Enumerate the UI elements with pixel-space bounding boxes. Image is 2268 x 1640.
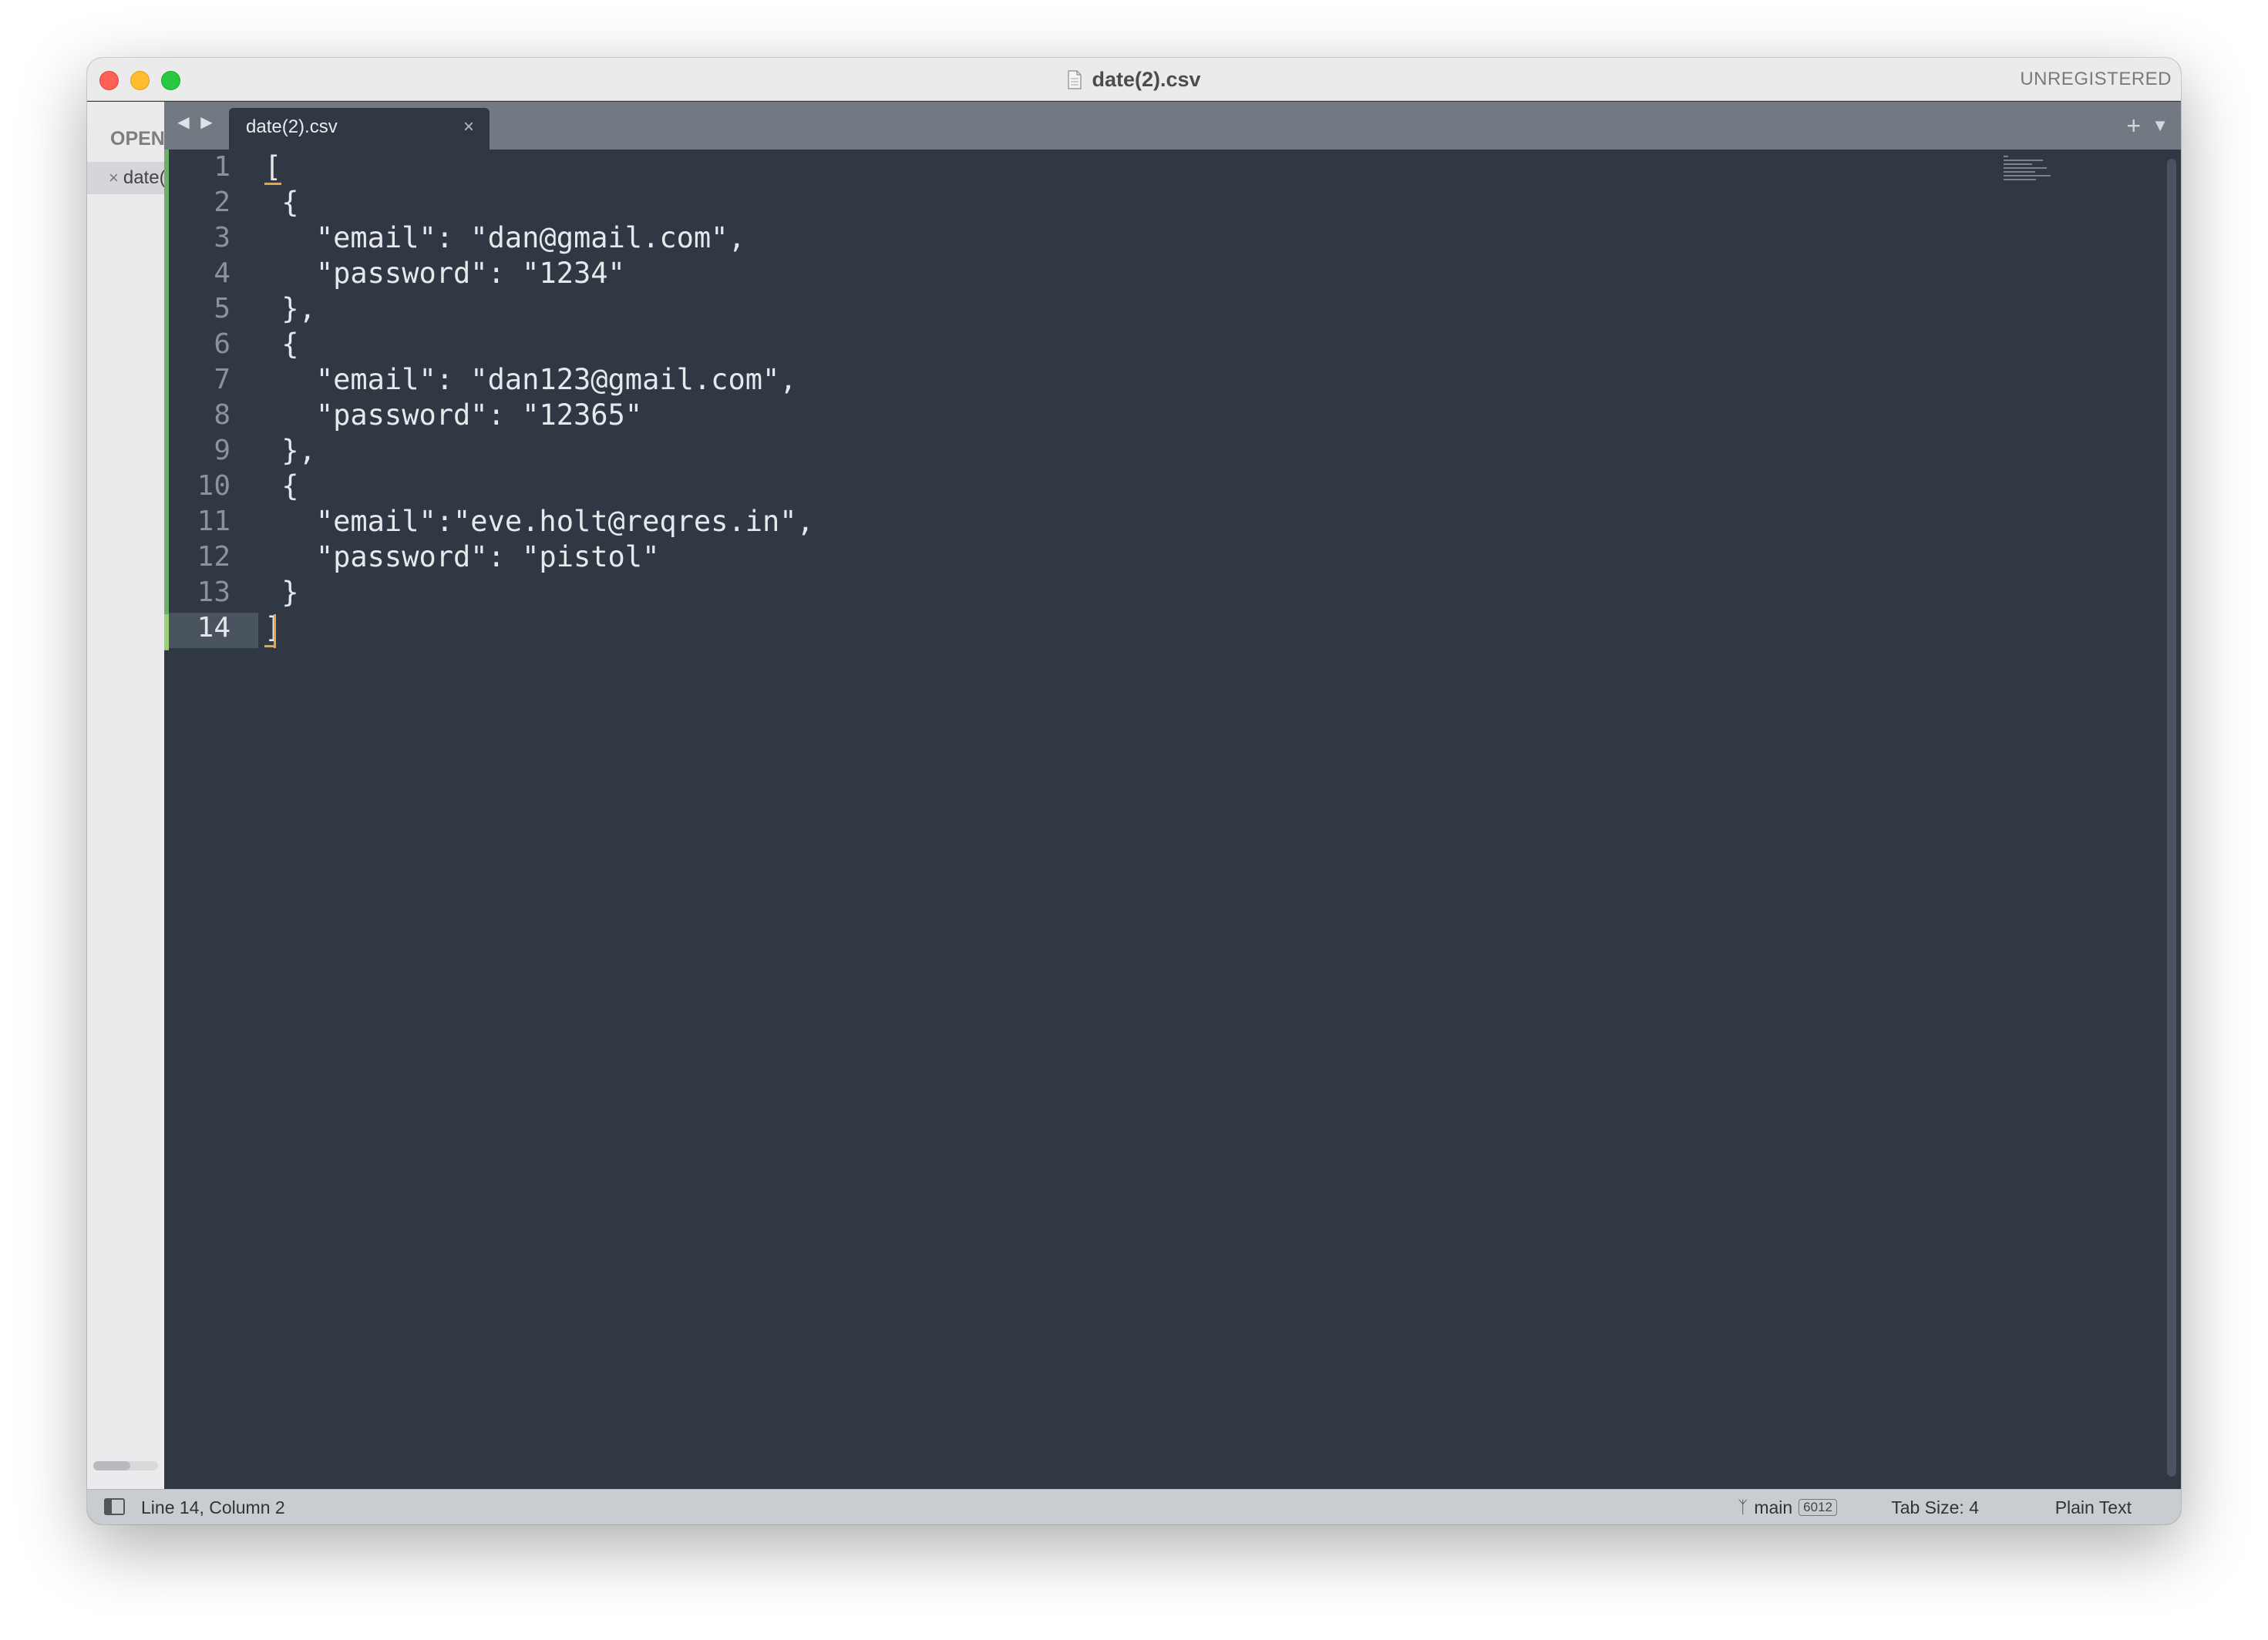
tab-label: date(2).csv bbox=[246, 116, 338, 137]
code-line[interactable]: }, bbox=[264, 291, 814, 327]
line-number: 5 bbox=[214, 293, 231, 324]
code-line[interactable]: "password": "12365" bbox=[264, 398, 814, 433]
tab-bar: ◀ ▶ date(2).csv × + ▼ bbox=[164, 102, 2181, 150]
toggle-sidebar-icon[interactable] bbox=[104, 1498, 125, 1515]
line-number: 2 bbox=[214, 187, 231, 218]
code-line[interactable]: "password": "1234" bbox=[264, 256, 814, 291]
line-number: 9 bbox=[214, 435, 231, 466]
line-number: 10 bbox=[197, 470, 231, 502]
close-window-button[interactable] bbox=[99, 71, 119, 90]
line-number: 1 bbox=[214, 151, 231, 183]
editor-window: date(2).csv UNREGISTERED OPEN FILES × da… bbox=[87, 58, 2181, 1524]
bracket-match-underline bbox=[264, 645, 274, 647]
title-bar[interactable]: date(2).csv UNREGISTERED bbox=[87, 58, 2181, 101]
code-line[interactable]: }, bbox=[264, 433, 814, 469]
code-text[interactable]: [ { "email": "dan@gmail.com", "password"… bbox=[264, 150, 814, 646]
open-files-header: OPEN FILES bbox=[110, 128, 164, 150]
line-number: 8 bbox=[214, 399, 231, 431]
editor-area[interactable]: 1 2 3 4 5 6 7 8 9 10 11 12 13 14 [ { "em… bbox=[164, 150, 2181, 1489]
document-icon bbox=[1068, 69, 1082, 89]
code-line[interactable]: } bbox=[264, 575, 814, 610]
line-number: 13 bbox=[197, 576, 231, 608]
tab-date-csv[interactable]: date(2).csv × bbox=[229, 108, 490, 150]
line-number-gutter: 1 2 3 4 5 6 7 8 9 10 11 12 13 14 bbox=[169, 150, 258, 646]
license-status: UNREGISTERED bbox=[2020, 69, 2172, 89]
code-line[interactable]: { bbox=[264, 327, 814, 362]
code-line[interactable]: { bbox=[264, 469, 814, 504]
bracket-match-underline bbox=[264, 183, 281, 185]
code-line[interactable]: ] bbox=[264, 610, 814, 646]
forward-arrow-icon[interactable]: ▶ bbox=[198, 113, 215, 132]
sidebar-scrollbar[interactable] bbox=[93, 1461, 158, 1470]
git-status[interactable]: ᛉ main 6012 bbox=[1738, 1490, 1837, 1524]
new-tab-plus-icon[interactable]: + bbox=[2126, 102, 2141, 150]
tab-close-icon[interactable]: × bbox=[463, 108, 474, 146]
git-branch-icon: ᛉ bbox=[1738, 1497, 1748, 1517]
status-bar: Line 14, Column 2 ᛉ main 6012 Tab Size: … bbox=[87, 1489, 2181, 1524]
code-line[interactable]: "email": "dan@gmail.com", bbox=[264, 220, 814, 256]
tab-size-selector[interactable]: Tab Size: 4 bbox=[1891, 1490, 1979, 1524]
window-title: date(2).csv bbox=[1092, 67, 1201, 91]
open-file-name: date(2).csv bbox=[123, 167, 164, 188]
vertical-scrollbar[interactable] bbox=[2167, 159, 2176, 1477]
line-number: 12 bbox=[197, 541, 231, 573]
code-line[interactable]: "password": "pistol" bbox=[264, 539, 814, 575]
syntax-selector[interactable]: Plain Text bbox=[2055, 1490, 2132, 1524]
tab-menu-chevron-icon[interactable]: ▼ bbox=[2152, 102, 2169, 150]
code-line[interactable]: "email":"eve.holt@reqres.in", bbox=[264, 504, 814, 539]
git-changes-badge: 6012 bbox=[1799, 1499, 1837, 1516]
code-line[interactable]: { bbox=[264, 185, 814, 220]
line-number: 11 bbox=[197, 506, 231, 537]
zoom-window-button[interactable] bbox=[161, 71, 180, 90]
open-file-item[interactable]: × date(2).csv bbox=[87, 162, 164, 194]
sidebar: OPEN FILES × date(2).csv bbox=[87, 102, 164, 1489]
close-file-icon[interactable]: × bbox=[109, 168, 119, 188]
minimize-window-button[interactable] bbox=[130, 71, 150, 90]
back-arrow-icon[interactable]: ◀ bbox=[175, 113, 192, 132]
text-caret bbox=[274, 614, 276, 648]
line-number: 6 bbox=[214, 328, 231, 360]
git-branch-name: main bbox=[1754, 1497, 1793, 1517]
current-line-number: 14 bbox=[197, 612, 231, 644]
line-number: 3 bbox=[214, 222, 231, 254]
sidebar-scroll-thumb[interactable] bbox=[93, 1461, 130, 1470]
line-number: 7 bbox=[214, 364, 231, 395]
cursor-position: Line 14, Column 2 bbox=[141, 1497, 285, 1517]
code-line[interactable]: [ bbox=[264, 150, 814, 185]
code-line[interactable]: "email": "dan123@gmail.com", bbox=[264, 362, 814, 398]
minimap[interactable] bbox=[2004, 156, 2053, 194]
line-number: 4 bbox=[214, 257, 231, 289]
